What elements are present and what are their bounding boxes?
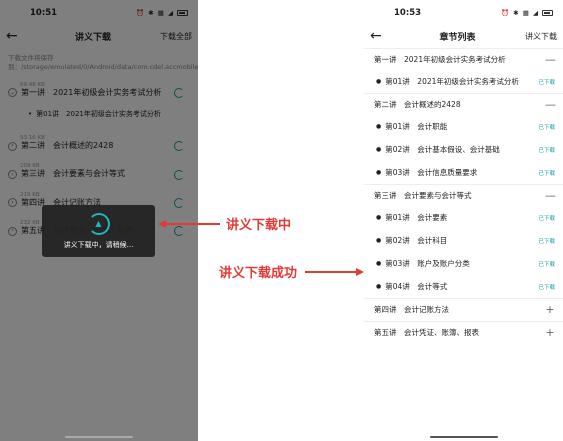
downloaded-badge: 已下载 xyxy=(538,215,555,222)
collapse-icon[interactable]: — xyxy=(545,98,556,111)
lesson-label: 第02讲 会计基本假设、会计基础 xyxy=(385,145,500,154)
downloaded-badge: 已下载 xyxy=(538,147,555,154)
chapter-label: 第三讲 会计要素与会计等式 xyxy=(374,191,472,200)
lesson-label: 第04讲 会计等式 xyxy=(385,282,448,291)
annotation-downloading: 讲义下载中 xyxy=(226,218,292,233)
collapse-icon[interactable]: — xyxy=(545,53,556,66)
downloaded-badge: 已下载 xyxy=(538,238,555,245)
lesson-row[interactable]: ● 第03讲 会计信息质量要求 已下载 xyxy=(364,161,563,184)
chapter-row[interactable]: 第三讲 会计要素与会计等式 — xyxy=(364,184,563,206)
lesson-row[interactable]: ● 第01讲 2021年初级会计实务考试分析 已下载 xyxy=(364,70,563,93)
lesson-row[interactable]: ● 第04讲 会计等式 已下载 xyxy=(364,275,563,298)
chapter-row[interactable]: 第四讲 会计记账方法 + xyxy=(364,298,563,320)
chapter-label: 第四讲 会计记账方法 xyxy=(374,305,449,314)
lesson-row[interactable]: ● 第01讲 会计职能 已下载 xyxy=(364,115,563,138)
chapter-label: 第二讲 会计概述的2428 xyxy=(374,100,461,109)
chapter-row[interactable]: 第二讲 会计概述的2428 — xyxy=(364,93,563,115)
lesson-label: 第01讲 会计职能 xyxy=(385,122,448,131)
handout-download-button[interactable]: 讲义下载 xyxy=(525,31,557,42)
lesson-label: 第01讲 会计要素 xyxy=(385,213,448,222)
toast-message: 讲义下载中，请稍候... xyxy=(63,240,134,249)
home-indicator xyxy=(65,436,133,438)
lesson-row[interactable]: ● 第02讲 会计基本假设、会计基础 已下载 xyxy=(364,138,563,161)
lesson-row[interactable]: ● 第03讲 账户及账户分类 已下载 xyxy=(364,252,563,275)
status-icons: ⏰ ✱ ▦ ◢ xyxy=(501,9,553,17)
lesson-label: 第03讲 账户及账户分类 xyxy=(385,259,470,268)
lesson-row[interactable]: ● 第02讲 会计科目 已下载 xyxy=(364,229,563,252)
left-phone-screen: 10:51 ⏰ ✱ ▦ ◢ ← 讲义下载 下载全部 下载文件将保存到：/stor… xyxy=(0,0,198,441)
nav-bar: ← 章节列表 讲义下载 xyxy=(364,26,563,46)
lesson-label: 第03讲 会计信息质量要求 xyxy=(385,168,478,177)
battery-icon xyxy=(542,10,553,16)
lesson-row[interactable]: ● 第01讲 会计要素 已下载 xyxy=(364,206,563,229)
downloaded-badge: 已下载 xyxy=(538,261,555,268)
downloaded-badge: 已下载 xyxy=(538,79,555,86)
downloaded-badge: 已下载 xyxy=(538,124,555,131)
annotation-success: 讲义下载成功 xyxy=(219,266,298,281)
expand-icon[interactable]: + xyxy=(545,326,555,339)
chapter-row[interactable]: 第一讲 2021年初级会计实务考试分析 — xyxy=(364,48,563,70)
chapter-label: 第五讲 会计凭证、账簿、报表 xyxy=(374,328,479,337)
chapter-list: 第一讲 2021年初级会计实务考试分析 — ● 第01讲 2021年初级会计实务… xyxy=(364,46,563,343)
loading-spinner-icon: ▲ xyxy=(87,212,110,235)
chapter-label: 第一讲 2021年初级会计实务考试分析 xyxy=(374,55,506,64)
loading-toast: ▲ 讲义下载中，请稍候... xyxy=(42,205,155,257)
status-time: 10:53 xyxy=(394,8,422,18)
arrow-line xyxy=(165,223,220,225)
right-phone-screen: 10:53 ⏰ ✱ ▦ ◢ ← 章节列表 讲义下载 第一讲 2021年初级会计实… xyxy=(364,0,563,441)
page-title: 章节列表 xyxy=(439,32,476,43)
lesson-label: 第02讲 会计科目 xyxy=(385,236,448,245)
lesson-label: 第01讲 2021年初级会计实务考试分析 xyxy=(385,77,519,86)
downloaded-badge: 已下载 xyxy=(538,284,555,291)
chapter-row[interactable]: 第五讲 会计凭证、账簿、报表 + xyxy=(364,321,563,343)
arrow-head-icon xyxy=(356,268,364,276)
status-bar: 10:53 ⏰ ✱ ▦ ◢ xyxy=(364,0,563,26)
back-arrow-icon[interactable]: ← xyxy=(370,28,390,44)
arrow-line xyxy=(305,271,360,273)
expand-icon[interactable]: + xyxy=(545,303,555,316)
collapse-icon[interactable]: — xyxy=(545,189,556,202)
downloaded-badge: 已下载 xyxy=(538,170,555,177)
home-indicator xyxy=(429,436,498,438)
